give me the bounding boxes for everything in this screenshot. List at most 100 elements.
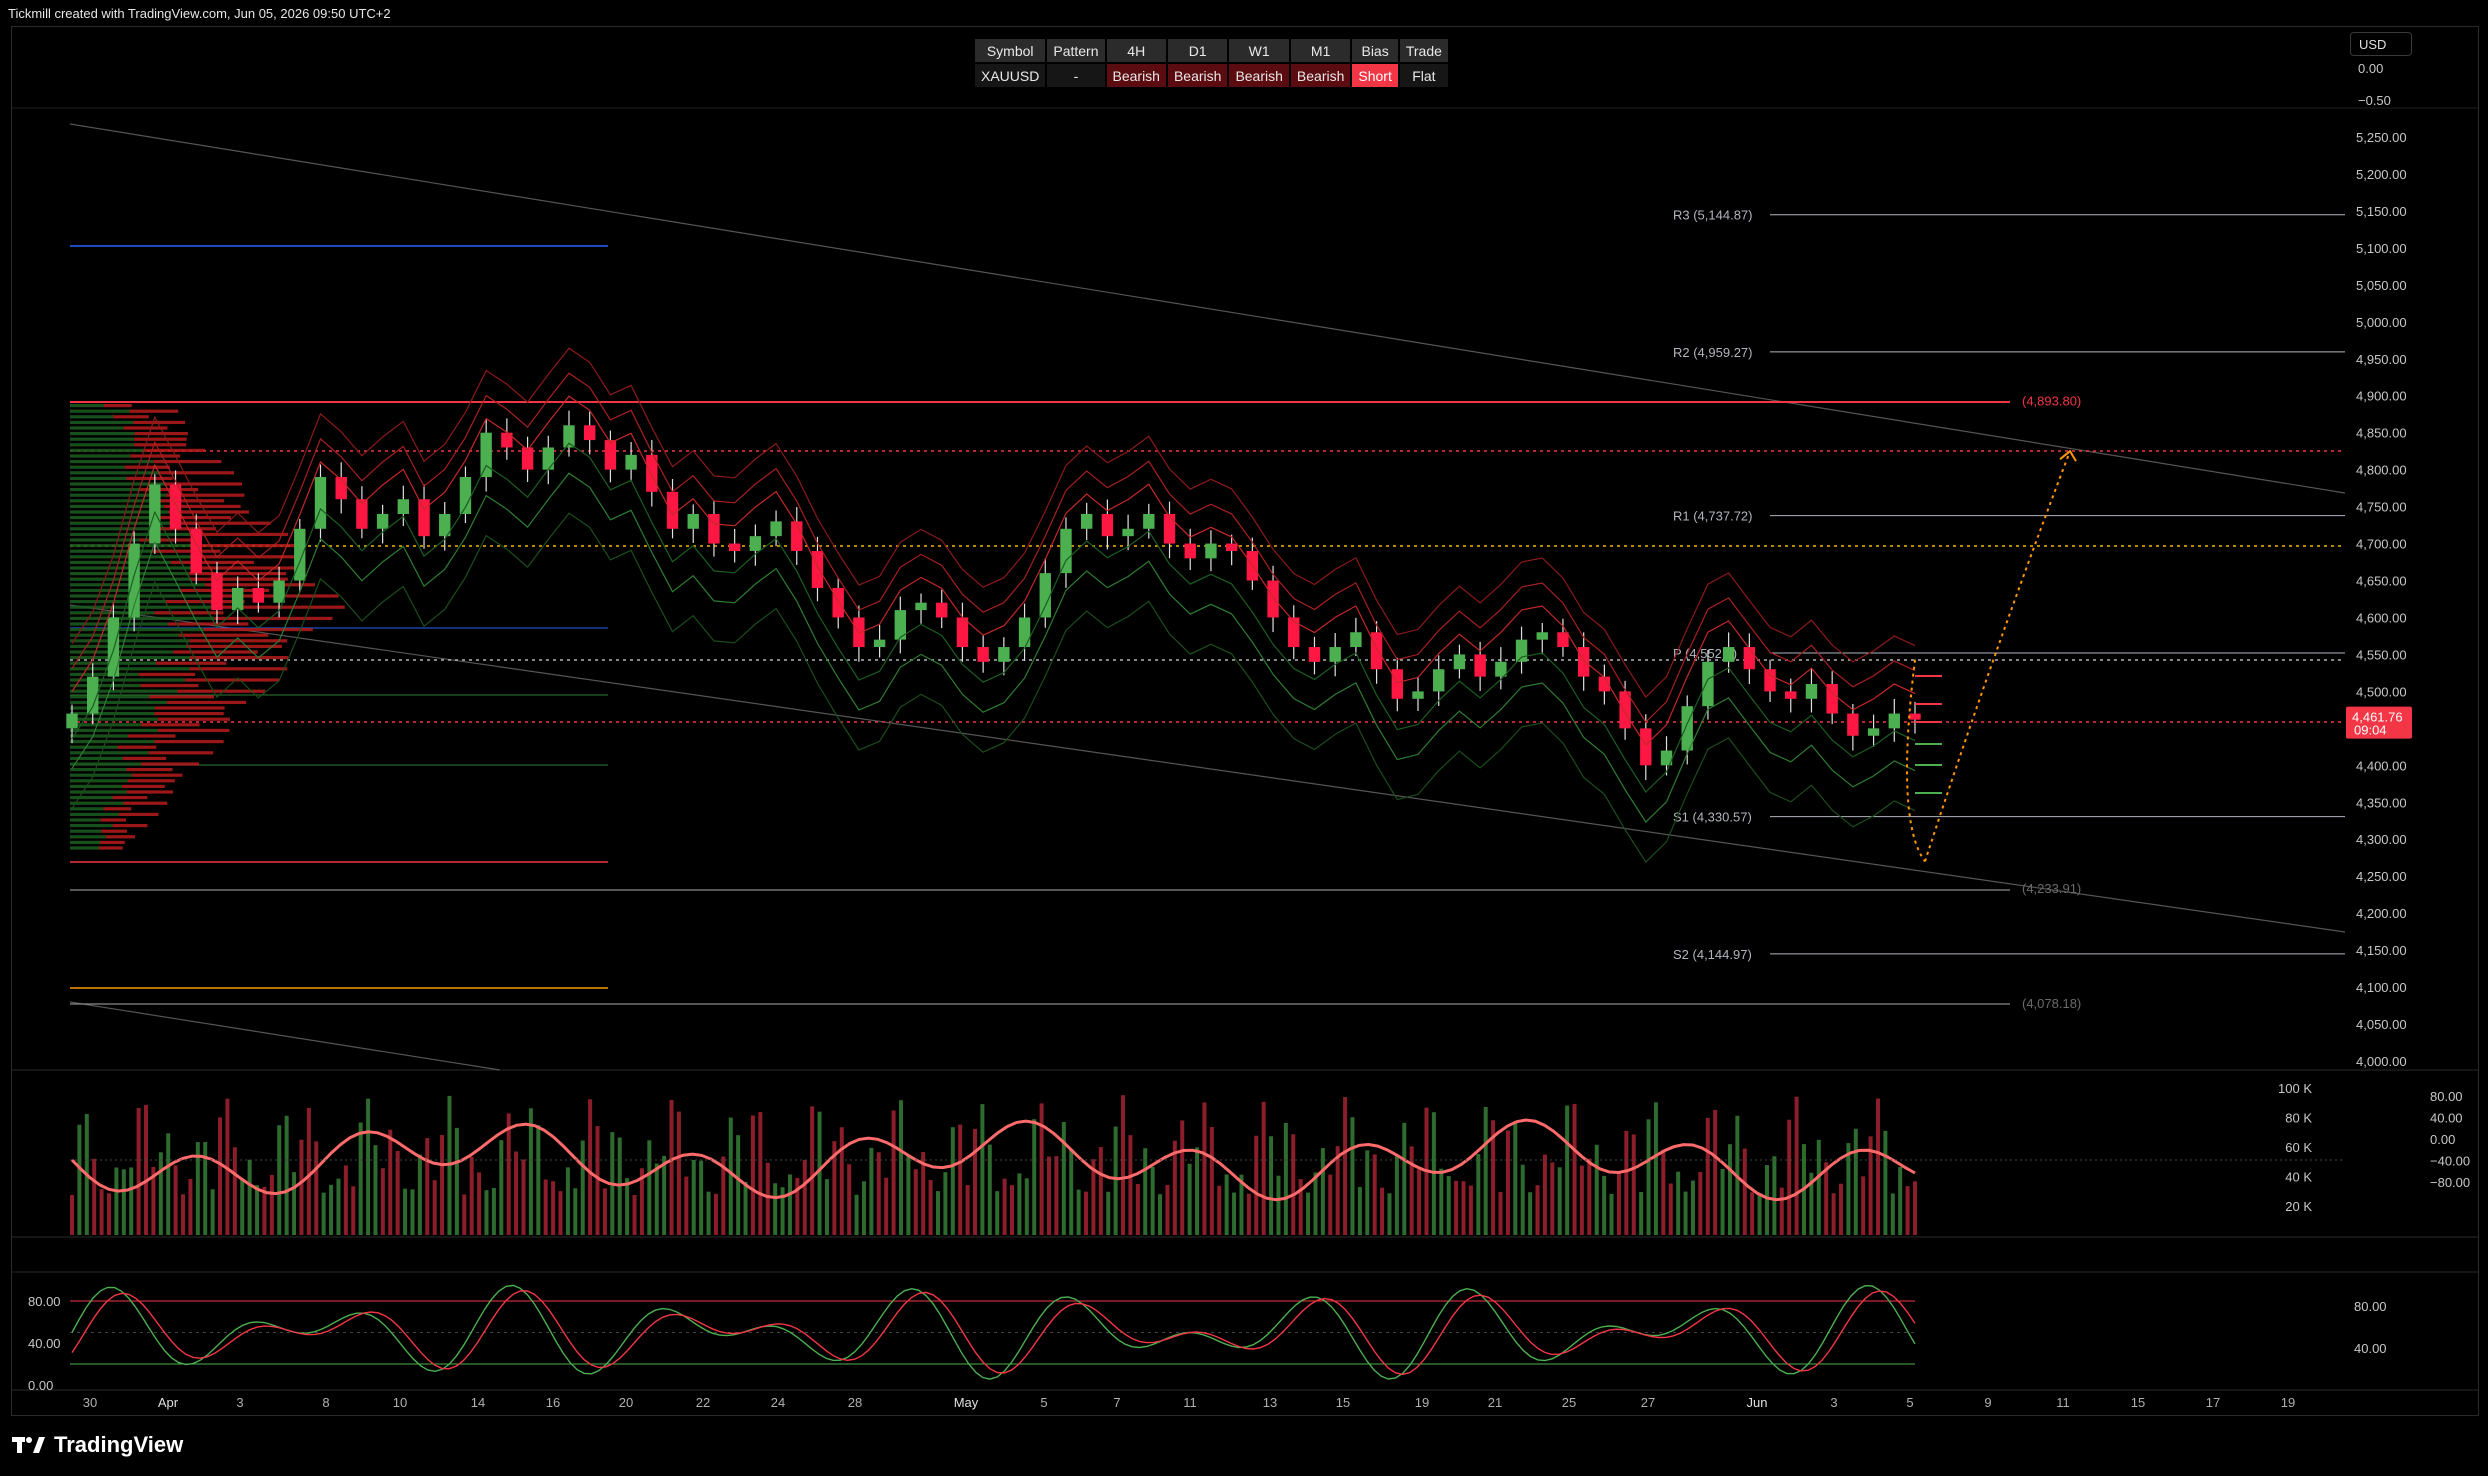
- volume-bar: [1158, 1194, 1163, 1235]
- time-tick: 17: [2206, 1395, 2220, 1410]
- candle-body: [1267, 580, 1279, 618]
- tradingview-logo[interactable]: TradingView: [12, 1432, 183, 1458]
- time-tick: Apr: [158, 1395, 179, 1410]
- bias-value-1: -: [1047, 64, 1105, 87]
- volume-bar: [1646, 1119, 1651, 1235]
- candle-body: [1785, 691, 1797, 699]
- volume-bar: [1787, 1119, 1792, 1235]
- candle-body: [211, 573, 223, 611]
- price-tick: 5,150.00: [2356, 204, 2407, 219]
- volume-bar: [1350, 1117, 1355, 1235]
- bias-table: Symbol Pattern 4H D1 W1 M1 Bias Trade XAUUSD - Be…: [973, 37, 1450, 89]
- candle-body: [542, 447, 554, 470]
- candle-body: [1370, 632, 1383, 670]
- volume-bar: [1313, 1172, 1318, 1235]
- price-tick: 4,550.00: [2356, 647, 2407, 662]
- candle-body: [1060, 528, 1072, 574]
- volume-bar: [891, 1110, 896, 1235]
- volume-bar: [188, 1178, 193, 1235]
- volume-bar: [1084, 1191, 1089, 1235]
- candle-body: [1515, 639, 1528, 662]
- volume-profile-bar-down: [173, 650, 258, 654]
- volume-bar: [573, 1188, 578, 1235]
- candle-body: [1867, 728, 1880, 736]
- volume-profile-bar-down: [126, 768, 173, 772]
- volume-profile-bar-down: [148, 751, 214, 755]
- volume-bar: [1846, 1143, 1851, 1235]
- price-tick: 4,900.00: [2356, 389, 2407, 404]
- volume-bar: [454, 1127, 459, 1235]
- time-tick: 11: [1183, 1395, 1197, 1410]
- volume-bar: [1254, 1135, 1259, 1235]
- volume-bar: [1365, 1150, 1370, 1235]
- volume-bar: [780, 1187, 785, 1235]
- volume-profile-bar-down: [189, 577, 288, 581]
- volume-profile-bar-down: [100, 840, 125, 844]
- volume-bar: [173, 1165, 178, 1235]
- volume-profile-bar-down: [134, 432, 188, 436]
- chart-canvas[interactable]: 5,250.00 5,200.00 5,150.00 5,100.00 5,050.00…: [0, 0, 2488, 1420]
- volume-bar: [676, 1111, 681, 1235]
- candle-body: [1743, 647, 1756, 670]
- volume-profile-bar-up: [70, 488, 141, 492]
- volume-profile-bar-up: [70, 706, 156, 710]
- volume-bar: [1713, 1109, 1718, 1235]
- currency-selector[interactable]: USD: [2350, 32, 2412, 56]
- volume-profile-bar-down: [152, 549, 221, 553]
- volume-bar: [351, 1186, 356, 1235]
- volume-bar: [588, 1099, 593, 1235]
- volume-bar: [92, 1158, 97, 1235]
- volume-bar: [373, 1145, 378, 1235]
- volume-profile-bar-up: [70, 476, 127, 480]
- candle-body: [687, 513, 699, 529]
- time-tick: 5: [1040, 1395, 1047, 1410]
- pivot-label-S2: S2 (4,144.97): [1673, 947, 1752, 962]
- candle-body: [314, 477, 327, 529]
- volume-bar: [114, 1167, 119, 1235]
- candle-body: [749, 536, 762, 551]
- price-tick: 4,100.00: [2356, 980, 2407, 995]
- volume-profile-bar-up: [70, 521, 181, 525]
- channel-lower2-line: [69, 1001, 501, 1071]
- volume-bar: [521, 1159, 526, 1235]
- volume-profile-bar-up: [70, 432, 135, 436]
- volume-profile-bar-up: [70, 594, 218, 598]
- volume-bar: [425, 1138, 430, 1235]
- volume-profile-bar-down: [103, 807, 132, 811]
- volume-bar: [1402, 1122, 1407, 1235]
- volume-bar: [765, 1162, 770, 1235]
- volume-bar: [1616, 1171, 1621, 1235]
- time-tick: 28: [848, 1395, 862, 1410]
- volume-bar: [662, 1155, 667, 1235]
- time-tick: 25: [1562, 1395, 1576, 1410]
- volume-bar: [1002, 1178, 1007, 1235]
- candle-body: [397, 499, 410, 514]
- candle-body: [1205, 543, 1217, 559]
- time-tick: 7: [1113, 1395, 1120, 1410]
- volume-bar: [417, 1154, 422, 1235]
- volume-bar: [1283, 1122, 1288, 1235]
- volume-bar: [144, 1104, 149, 1235]
- volume-bar: [1476, 1154, 1481, 1235]
- time-tick: 13: [1263, 1395, 1277, 1410]
- volume-bar: [1764, 1165, 1769, 1235]
- volume-profile-bar-up: [70, 695, 150, 699]
- volume-bar: [432, 1180, 437, 1235]
- volume-bar: [262, 1186, 267, 1235]
- volume-bar: [1394, 1156, 1399, 1235]
- volume-bar: [1380, 1187, 1385, 1235]
- volume-bar: [1461, 1181, 1466, 1235]
- time-tick: 24: [771, 1395, 785, 1410]
- volume-profile-bar-up: [70, 465, 125, 469]
- volume-bar: [1890, 1193, 1895, 1235]
- volume-profile-bar-down: [133, 420, 186, 424]
- candle-body: [584, 425, 596, 441]
- volume-bar: [269, 1174, 274, 1235]
- price-tick: 5,050.00: [2356, 278, 2407, 293]
- volume-bar: [1054, 1156, 1059, 1235]
- volume-bar: [1039, 1103, 1044, 1235]
- candle-body: [791, 521, 803, 551]
- volume-bar: [898, 1100, 903, 1235]
- volume-bar: [343, 1165, 348, 1235]
- candle-body: [666, 491, 679, 529]
